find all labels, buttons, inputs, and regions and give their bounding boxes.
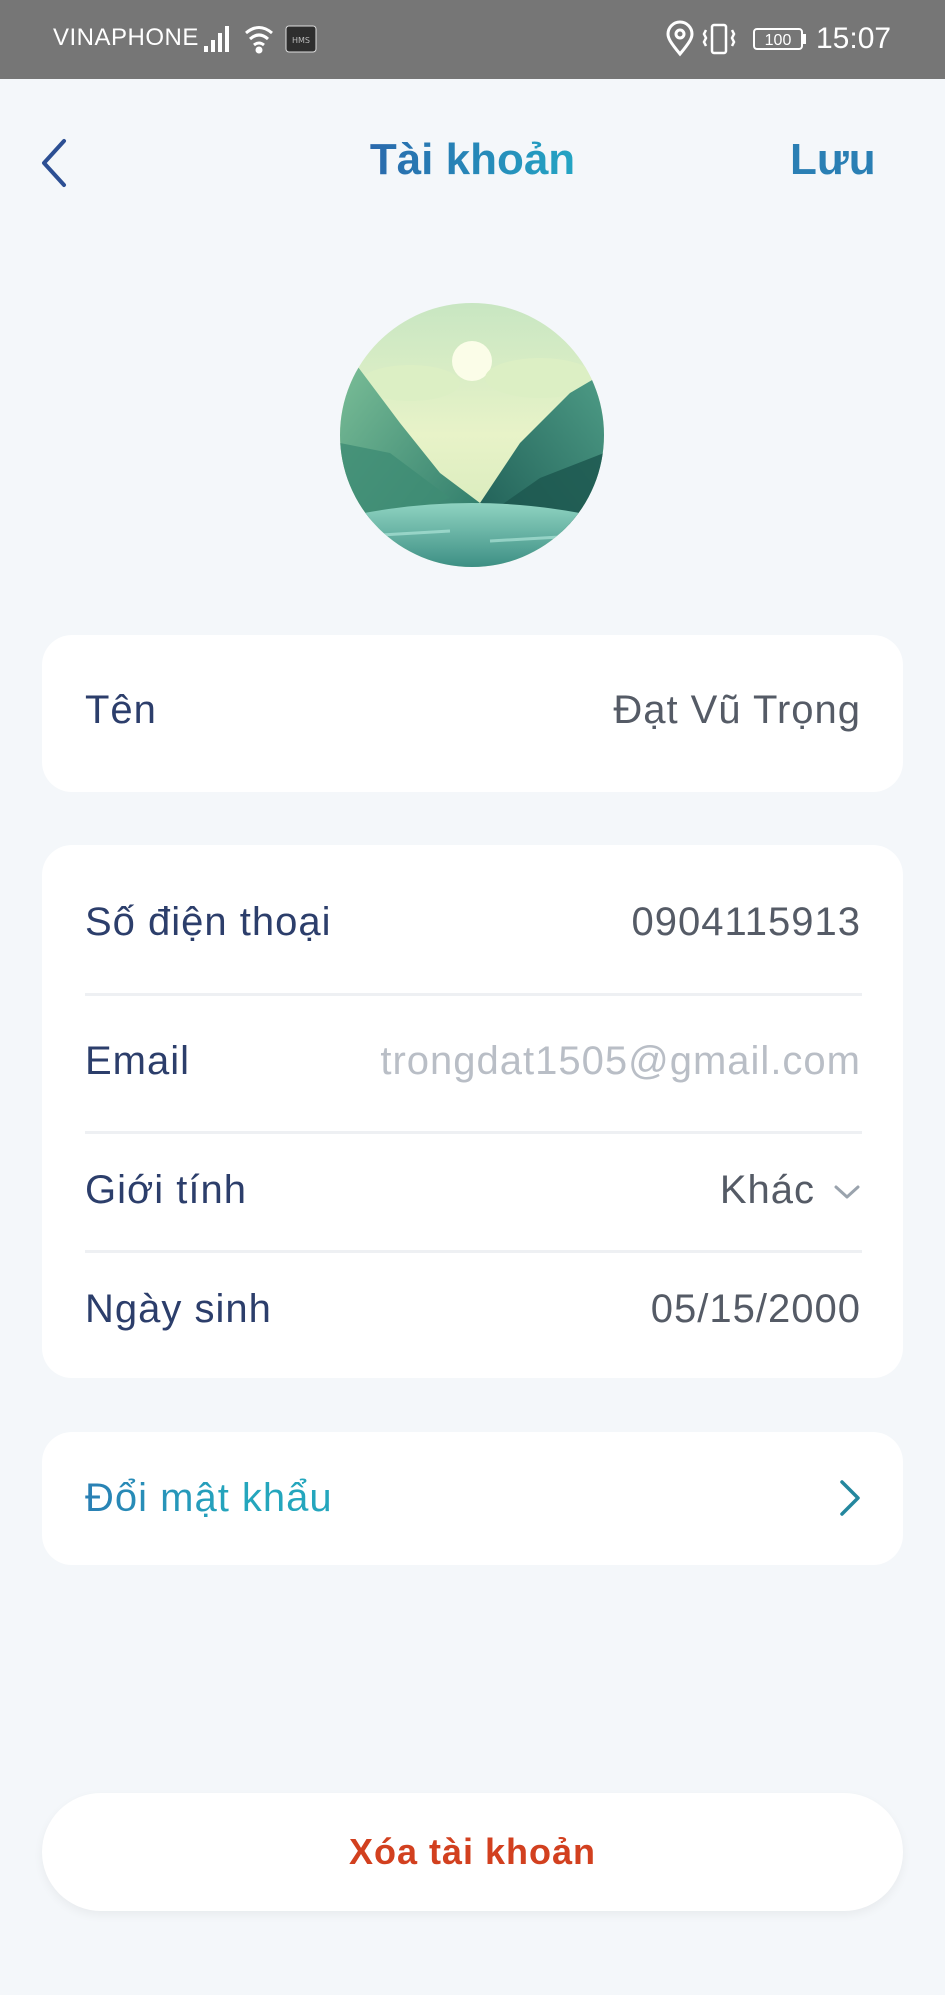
battery-level: 100 (765, 32, 792, 49)
wifi-icon (245, 26, 273, 54)
email-label: Email (85, 1039, 191, 1083)
app-header: Tài khoản Lưu (0, 79, 945, 249)
email-row[interactable]: Email trongdat1505@gmail.com (42, 996, 903, 1127)
phone-label: Số điện thoại (85, 900, 332, 944)
change-password-label: Đổi mật khẩu (85, 1476, 333, 1520)
avatar-image (340, 303, 604, 567)
signal-icon (204, 26, 229, 52)
delete-account-label: Xóa tài khoản (348, 1831, 597, 1872)
name-value[interactable]: Đạt Vũ Trọng (613, 688, 861, 733)
gender-label: Giới tính (85, 1168, 247, 1212)
change-password-card[interactable]: Đổi mật khẩu (42, 1432, 903, 1565)
carrier-name: VINAPHONE (53, 24, 199, 51)
status-left-icons: HMS (204, 25, 317, 54)
phone-value[interactable]: 0904115913 (632, 900, 862, 945)
gender-row[interactable]: Giới tính Khác (42, 1134, 903, 1248)
birthday-value[interactable]: 05/15/2000 (651, 1287, 861, 1332)
location-icon (666, 20, 694, 57)
svg-text:HMS: HMS (292, 36, 310, 45)
battery-icon: 100 (753, 28, 806, 50)
chevron-right-icon (840, 1480, 860, 1516)
save-button[interactable]: Lưu (790, 135, 876, 185)
name-label: Tên (85, 688, 157, 732)
email-field[interactable]: trongdat1505@gmail.com (380, 1039, 861, 1084)
name-row[interactable]: Tên Đạt Vũ Trọng (42, 635, 903, 792)
hms-icon: HMS (285, 25, 317, 53)
delete-account-button[interactable]: Xóa tài khoản (42, 1793, 903, 1911)
avatar[interactable] (340, 303, 604, 567)
details-card: Số điện thoại 0904115913 Email trongdat1… (42, 845, 903, 1378)
birthday-label: Ngày sinh (85, 1287, 272, 1331)
clock: 15:07 (816, 22, 892, 55)
phone-row[interactable]: Số điện thoại 0904115913 (42, 845, 903, 993)
vibrate-icon (702, 23, 736, 55)
status-right-icons: 100 (666, 20, 806, 57)
status-bar: VINAPHONE HMS 100 15:07 (0, 0, 945, 79)
birthday-row[interactable]: Ngày sinh 05/15/2000 (42, 1253, 903, 1378)
name-card: Tên Đạt Vũ Trọng (42, 635, 903, 792)
gender-value[interactable]: Khác (720, 1168, 815, 1213)
chevron-down-icon[interactable] (832, 1182, 862, 1202)
